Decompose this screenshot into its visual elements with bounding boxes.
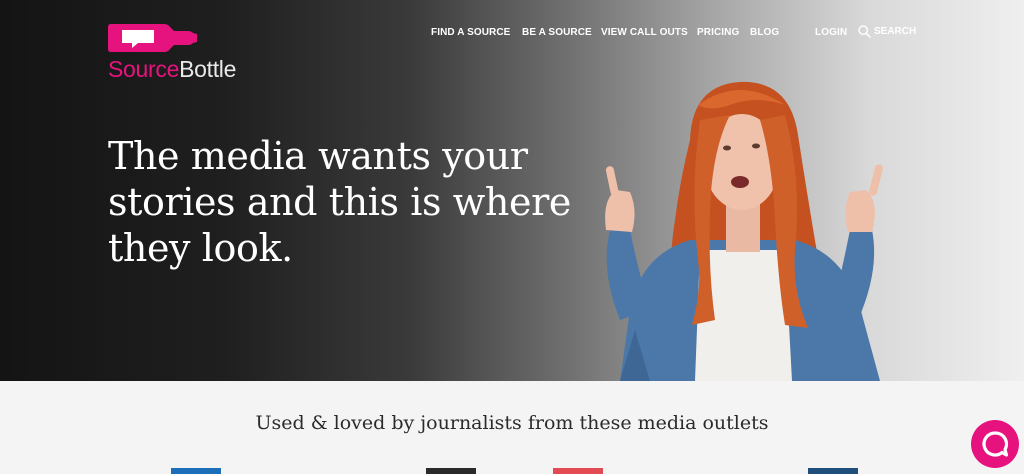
hero-headline: The media wants your stories and this is… bbox=[108, 134, 571, 270]
media-outlet-logo bbox=[808, 468, 858, 474]
search-button[interactable]: SEARCH bbox=[858, 25, 916, 38]
hero-section: SourceBottle FIND A SOURCE BE A SOURCE V… bbox=[0, 0, 1024, 381]
logo-text-bottle: Bottle bbox=[179, 56, 237, 82]
media-outlet-logo bbox=[171, 468, 221, 474]
chat-button[interactable] bbox=[971, 420, 1019, 468]
nav-blog[interactable]: BLOG bbox=[750, 27, 779, 38]
search-label: SEARCH bbox=[874, 26, 917, 37]
nav-find-a-source[interactable]: FIND A SOURCE bbox=[431, 27, 510, 38]
logo-wordmark: SourceBottle bbox=[108, 56, 236, 83]
chat-bubble-icon bbox=[982, 431, 1009, 457]
nav-pricing[interactable]: PRICING bbox=[697, 27, 739, 38]
nav-be-a-source[interactable]: BE A SOURCE bbox=[522, 27, 592, 38]
media-outlet-logo bbox=[426, 468, 476, 474]
media-outlets-heading: Used & loved by journalists from these m… bbox=[255, 412, 769, 434]
search-icon bbox=[858, 25, 871, 38]
hero-woman-image bbox=[605, 81, 883, 381]
media-outlet-logo bbox=[553, 468, 603, 474]
nav-login[interactable]: LOGIN bbox=[815, 27, 847, 38]
logo-text-source: Source bbox=[108, 56, 180, 82]
nav-view-call-outs[interactable]: VIEW CALL OUTS bbox=[601, 27, 688, 38]
sourcebottle-logo[interactable]: SourceBottle bbox=[108, 24, 268, 82]
bottle-logo-icon bbox=[108, 24, 197, 52]
